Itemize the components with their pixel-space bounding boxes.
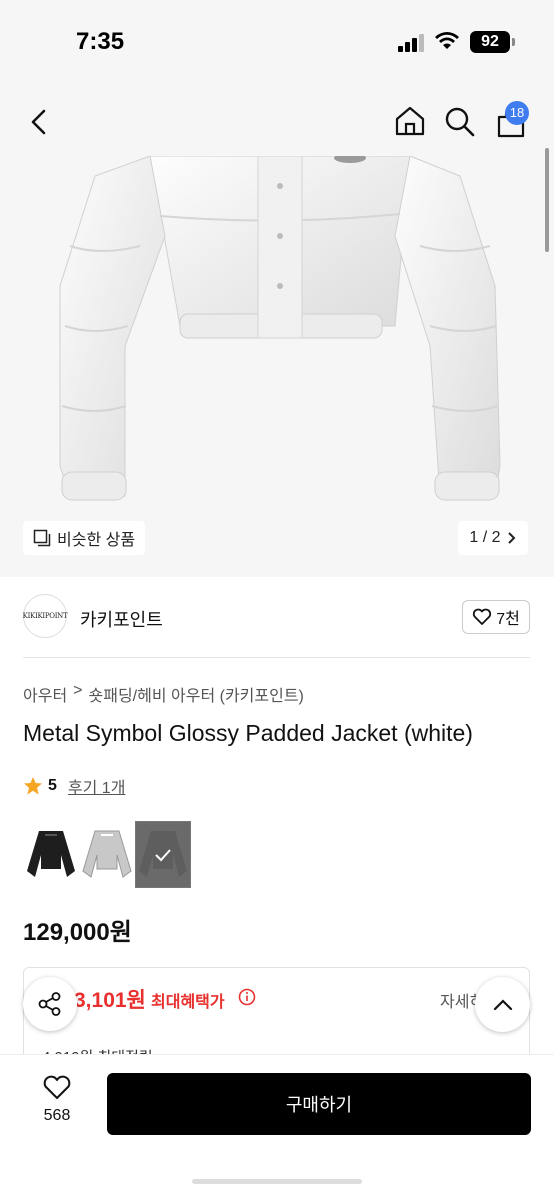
chevron-right-icon (507, 532, 515, 544)
status-bar: 7:35 92 (0, 0, 554, 86)
brand-logo[interactable]: KIKIKIPOINT (23, 594, 68, 638)
share-button[interactable] (23, 977, 77, 1031)
search-icon[interactable] (444, 106, 476, 138)
battery-tip (512, 38, 515, 46)
image-pager-button[interactable]: 1 / 2 (458, 521, 528, 555)
rating-row: 5 후기 1개 (23, 774, 125, 798)
share-icon (38, 992, 61, 1016)
image-pager-label: 1 / 2 (469, 529, 501, 546)
info-icon[interactable] (238, 988, 256, 1006)
review-count-link[interactable]: 후기 1개 (68, 774, 126, 798)
back-arrow-icon[interactable] (28, 108, 50, 136)
max-benefit-price: 3,101원 (74, 989, 146, 1012)
breadcrumb: 아우터 > 숏패딩/헤비 아우터 (카키포인트) (23, 682, 304, 706)
max-benefit-label: 최대혜택가 (151, 994, 225, 1011)
buy-button[interactable]: 구매하기 (107, 1073, 531, 1135)
battery-indicator: 92 (470, 31, 510, 53)
product-image[interactable] (0, 86, 554, 577)
brand-name[interactable]: 카키포인트 (80, 606, 163, 632)
divider (23, 657, 530, 658)
similar-products-label: 비슷한 상품 (57, 532, 136, 549)
breadcrumb-level2[interactable]: 숏패딩/헤비 아우터 (카키포인트) (89, 682, 304, 706)
jacket-illustration (59, 153, 501, 501)
selected-overlay (136, 822, 190, 887)
similar-products-icon (33, 529, 51, 547)
wishlist-button[interactable]: 568 (30, 1075, 84, 1135)
cellular-signal-icon (398, 34, 424, 52)
checkmark-icon (155, 848, 171, 861)
swatch-black[interactable] (23, 821, 79, 888)
heart-outline-icon (473, 608, 492, 625)
cart-count-badge: 18 (505, 101, 529, 125)
product-price: 129,000원 (23, 919, 132, 946)
status-time: 7:35 (76, 28, 125, 55)
rating-score: 5 (48, 777, 57, 794)
benefit-detail-link[interactable]: 자세히 (440, 988, 480, 1012)
scroll-top-button[interactable] (475, 977, 530, 1032)
brand-row: KIKIKIPOINT 카키포인트 7천 (23, 594, 530, 640)
home-indicator (192, 1179, 362, 1184)
home-icon[interactable] (393, 104, 427, 138)
similar-products-button[interactable]: 비슷한 상품 (23, 521, 146, 555)
top-nav-bar (0, 86, 554, 156)
swatch-white-selected[interactable] (135, 821, 191, 888)
wishlist-count: 568 (43, 1107, 71, 1124)
breadcrumb-level1[interactable]: 아우터 (23, 682, 67, 706)
brand-like-count: 7천 (496, 611, 520, 628)
breadcrumb-separator: > (73, 682, 83, 699)
color-swatches (23, 821, 191, 888)
silver-jacket-thumbnail (82, 830, 132, 878)
black-jacket-thumbnail (27, 830, 75, 877)
heart-icon (43, 1075, 71, 1099)
product-title: Metal Symbol Glossy Padded Jacket (white… (23, 720, 473, 746)
wifi-icon (435, 32, 459, 49)
chevron-up-icon (493, 998, 512, 1010)
star-icon (24, 777, 42, 795)
swatch-silver[interactable] (79, 821, 135, 888)
bottom-action-bar: 568 구매하기 (0, 1054, 554, 1200)
brand-like-button[interactable]: 7천 (462, 600, 530, 634)
scroll-indicator (545, 148, 549, 252)
